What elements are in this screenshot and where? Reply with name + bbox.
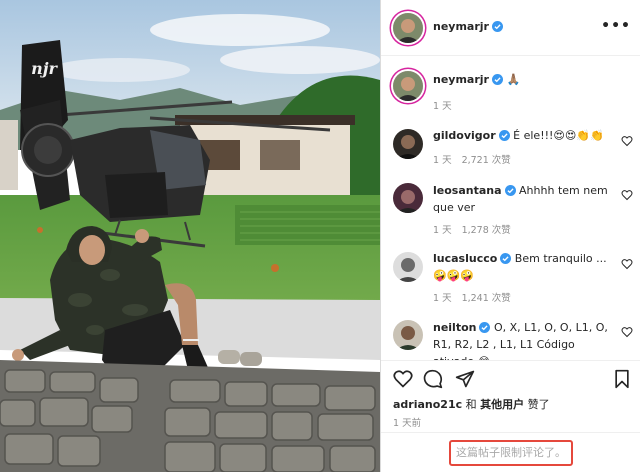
comment-age[interactable]: 1 天 [433, 155, 452, 166]
likes-summary: adriano21c 和 其他用户 赞了 [393, 396, 550, 412]
avatar-image [393, 183, 423, 213]
verified-badge-icon [479, 322, 491, 333]
comment-age[interactable]: 1 天 [433, 225, 452, 236]
comment-body: É ele!!!😍😍👏👏 [513, 129, 604, 142]
comment-bubble-icon[interactable] [423, 369, 443, 389]
comments-restricted-message: 这篇帖子限制评论了。 [449, 440, 573, 466]
commenter-avatar[interactable] [393, 183, 423, 213]
comment-text: gildovigor É ele!!!😍😍👏👏 [433, 127, 619, 144]
avatar-image [393, 13, 423, 43]
comment-restricted-bar: 这篇帖子限制评论了。 [381, 432, 640, 472]
caption-text: neymarjr 🙏🏽 [433, 71, 619, 88]
commenter-username[interactable]: neilton [433, 321, 476, 334]
commenter-username[interactable]: lucaslucco [433, 252, 497, 265]
likes-suffix: 赞了 [527, 398, 550, 411]
avatar-image [393, 320, 423, 350]
comment-item: lucaslucco Bem tranquilo ... 🤪🤪🤪 1 天 1,24… [381, 248, 640, 314]
avatar-image [393, 129, 423, 159]
liker-username[interactable]: adriano21c [393, 398, 462, 411]
caption-author-avatar[interactable] [393, 71, 423, 101]
post-photo[interactable]: njr [0, 0, 380, 472]
post-image: njr [0, 0, 380, 472]
like-heart-icon[interactable] [393, 369, 413, 389]
comment-meta: 1 天 1,278 次赞 [433, 222, 521, 236]
comment-like-count[interactable]: 2,721 次赞 [462, 155, 511, 166]
commenter-avatar[interactable] [393, 320, 423, 350]
caption-meta: 1 天 [433, 98, 462, 112]
avatar-image [393, 71, 423, 101]
save-bookmark-icon[interactable] [613, 369, 631, 389]
comment-like-count[interactable]: 1,241 次赞 [462, 293, 511, 304]
comment-text: leosantana Ahhhh tem nem que ver [433, 182, 619, 216]
comment-like-count[interactable]: 1,278 次赞 [462, 225, 511, 236]
verified-badge-icon [498, 130, 510, 141]
post-side-panel: neymarjr ••• neymarjr 🙏🏽 1 天 gildovigor … [380, 0, 640, 472]
comment-age[interactable]: 1 天 [433, 293, 452, 304]
author-username[interactable]: neymarjr [433, 20, 503, 33]
helicopter-tail-logo: njr [31, 59, 58, 78]
like-comment-heart-icon[interactable] [621, 326, 633, 338]
author-avatar[interactable] [393, 13, 423, 43]
comment-meta: 1 天 2,721 次赞 [433, 152, 521, 166]
post-timestamp[interactable]: 1 天前 [393, 415, 421, 429]
caption-emoji: 🙏🏽 [506, 73, 521, 86]
verified-badge-icon [504, 185, 516, 196]
caption-age[interactable]: 1 天 [433, 101, 452, 112]
like-comment-heart-icon[interactable] [621, 258, 633, 270]
verified-badge-icon [500, 253, 512, 264]
commenter-username[interactable]: leosantana [433, 184, 502, 197]
likes-joiner: 和 [465, 398, 477, 411]
post-caption: neymarjr 🙏🏽 1 天 [381, 64, 640, 114]
share-paper-plane-icon[interactable] [455, 369, 475, 389]
commenter-avatar[interactable] [393, 129, 423, 159]
verified-badge-icon [491, 74, 503, 85]
verified-badge-icon [491, 21, 503, 32]
post-action-bar [381, 360, 640, 400]
comment-text: neilton O, X, L1, O, O, L1, O, R1, R2, L… [433, 319, 619, 360]
comment-meta: 1 天 1,241 次赞 [433, 290, 521, 304]
commenter-username[interactable]: gildovigor [433, 129, 496, 142]
like-comment-heart-icon[interactable] [621, 189, 633, 201]
comment-text: lucaslucco Bem tranquilo ... 🤪🤪🤪 [433, 250, 619, 284]
avatar-image [393, 252, 423, 282]
caption-author-username[interactable]: neymarjr [433, 73, 489, 86]
post-header: neymarjr ••• [381, 0, 640, 56]
comment-item: neilton O, X, L1, O, O, L1, O, R1, R2, L… [381, 316, 640, 360]
comment-item: leosantana Ahhhh tem nem que ver 1 天 1,27… [381, 178, 640, 244]
other-likers-link[interactable]: 其他用户 [480, 398, 524, 411]
comment-item: gildovigor É ele!!!😍😍👏👏 1 天 2,721 次赞 [381, 122, 640, 178]
like-comment-heart-icon[interactable] [621, 135, 633, 147]
more-options-button[interactable]: ••• [601, 18, 631, 34]
author-username-text[interactable]: neymarjr [433, 20, 489, 33]
commenter-avatar[interactable] [393, 252, 423, 282]
